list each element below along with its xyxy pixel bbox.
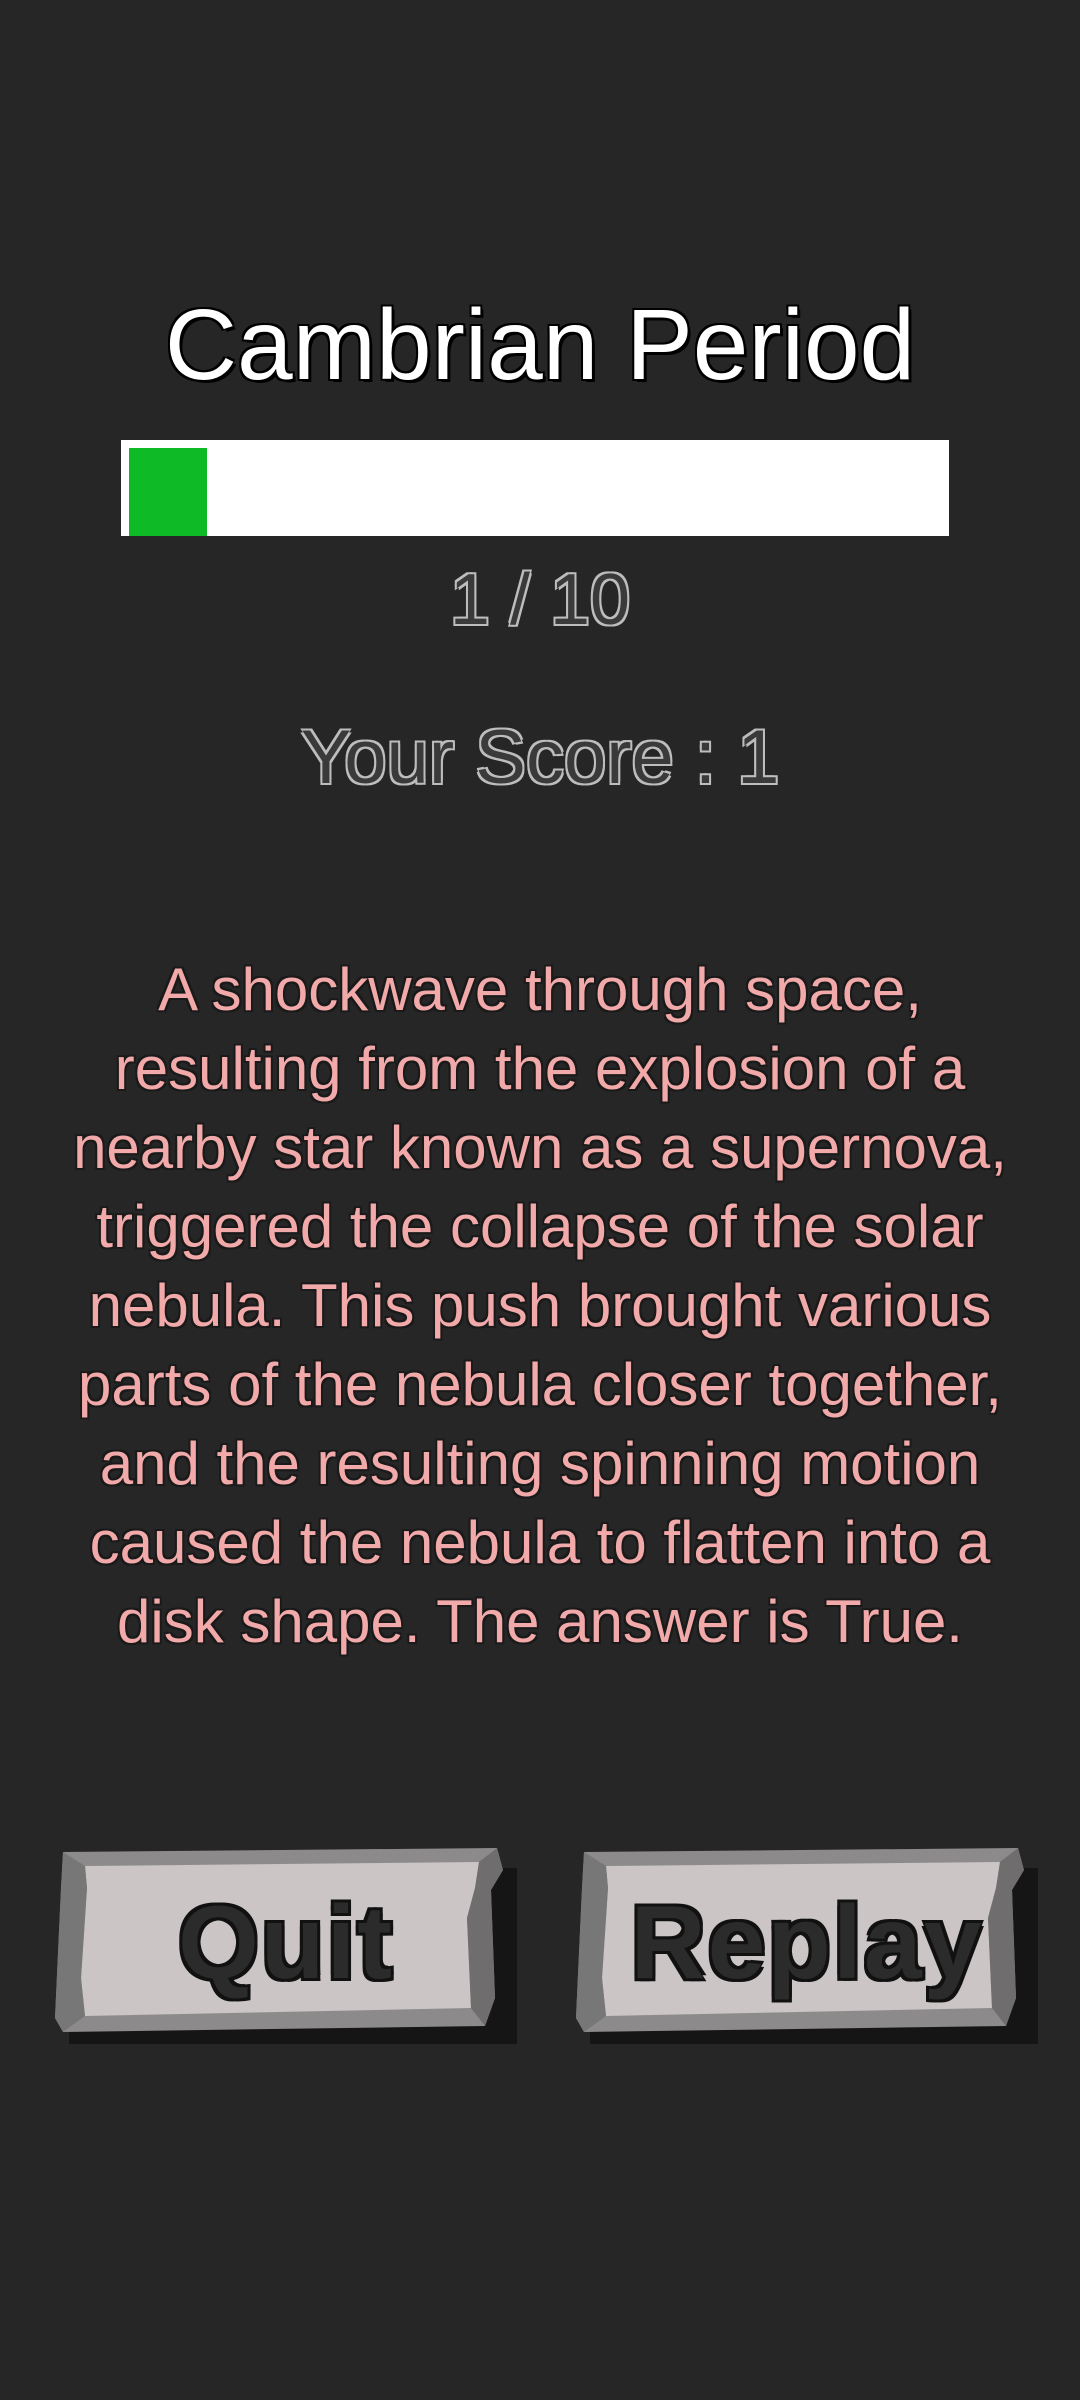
- answer-explanation: A shockwave through space, resulting fro…: [73, 956, 1007, 1655]
- page-title: Cambrian Period: [164, 289, 916, 401]
- quit-button[interactable]: Quit: [55, 1848, 517, 2044]
- replay-button-label: Replay: [630, 1884, 984, 2001]
- quit-button-label: Quit: [178, 1884, 394, 2001]
- score-text: Your Score : 1: [300, 715, 780, 800]
- replay-button[interactable]: Replay: [576, 1848, 1038, 2044]
- progress-bar: [121, 440, 949, 536]
- question-counter: 1 / 10: [449, 560, 631, 640]
- progress-bar-fill: [129, 448, 207, 536]
